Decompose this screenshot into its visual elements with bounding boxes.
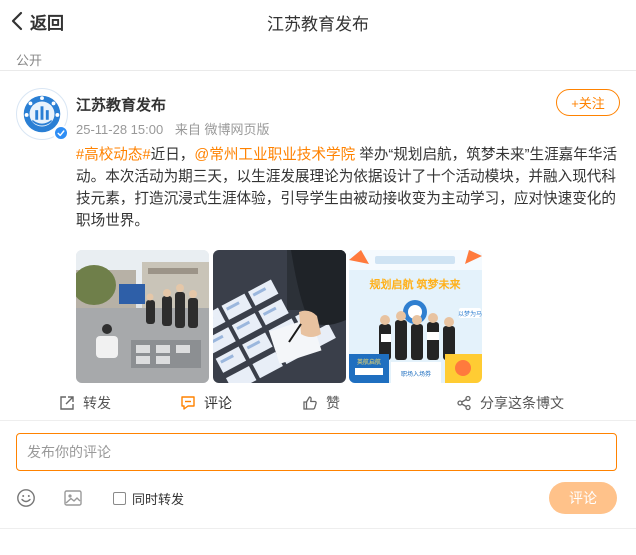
post-image-3[interactable]: 规划启航 筑梦未来 以梦为马 英航启航 职场入场券 [349, 250, 482, 383]
post-meta: 25-11-28 15:00 来自 微博网页版 [76, 119, 270, 138]
post-image-1[interactable] [76, 250, 209, 383]
comment-label: 评论 [204, 395, 232, 411]
divider [0, 420, 636, 421]
image-icon[interactable] [63, 488, 83, 508]
comment-button[interactable]: 评论 [180, 393, 232, 413]
post-source: 微博网页版 [204, 122, 270, 137]
post-image-2[interactable] [213, 250, 346, 383]
source-prefix: 来自 [174, 122, 201, 137]
comment-input[interactable] [16, 433, 617, 471]
verified-badge-icon [53, 125, 69, 141]
repost-label: 转发 [83, 395, 111, 411]
image-tag-text: 以梦为马 [458, 310, 482, 318]
ticket-text: 职场入场券 [401, 370, 431, 378]
divider [0, 70, 636, 71]
repost-checkbox[interactable]: 同时转发 [113, 489, 184, 508]
like-label: 赞 [326, 395, 340, 411]
emoji-icon[interactable] [16, 488, 36, 508]
submit-comment-button[interactable]: 评论 [549, 482, 617, 514]
event-outdoor-photo [76, 250, 209, 383]
post-timestamp[interactable]: 25-11-28 15:00 [76, 122, 163, 137]
share-icon [457, 395, 471, 411]
visibility-label: 公开 [16, 53, 43, 68]
comment-icon [181, 396, 195, 410]
avatar[interactable] [16, 88, 69, 141]
follow-button[interactable]: +关注 [556, 89, 620, 116]
hashtag-link[interactable]: #高校动态# [76, 147, 151, 163]
repost-option-label: 同时转发 [132, 492, 185, 507]
top-bar: 返回 江苏教育发布 [0, 0, 636, 42]
thumb-up-icon [303, 396, 317, 410]
mention-link[interactable]: @常州工业职业技术学院 [194, 147, 355, 163]
card-writing-photo [213, 250, 346, 383]
group-photo: 规划启航 筑梦未来 以梦为马 英航启航 职场入场券 [349, 250, 482, 383]
share-button[interactable]: 分享这条博文 [456, 393, 564, 413]
page-title: 江苏教育发布 [267, 15, 369, 34]
checkbox-box[interactable] [113, 492, 126, 505]
share-label: 分享这条博文 [480, 395, 564, 411]
panel-text: 英航启航 [357, 358, 381, 366]
post-text: #高校动态#近日，@常州工业职业技术学院 举办“规划启航，筑梦未来”生涯嘉年华活… [76, 144, 624, 232]
repost-icon [60, 396, 74, 410]
divider [0, 528, 636, 529]
text-lead: 近日， [150, 147, 195, 163]
banner-text: 规划启航 筑梦未来 [369, 277, 461, 291]
author-name[interactable]: 江苏教育发布 [76, 94, 166, 115]
like-button[interactable]: 赞 [302, 393, 340, 413]
repost-button[interactable]: 转发 [59, 393, 111, 413]
